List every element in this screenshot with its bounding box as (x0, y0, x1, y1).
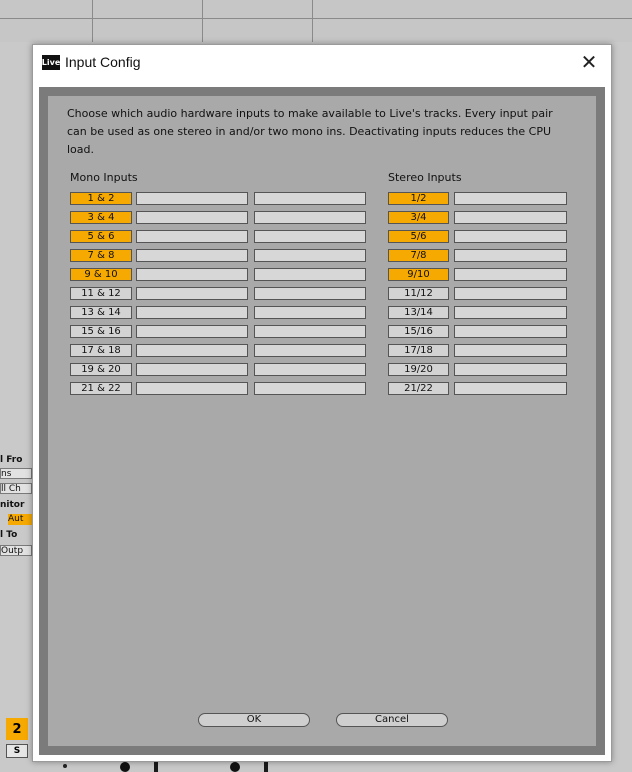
stereo-input-slot[interactable] (454, 325, 567, 338)
dialog-description: Choose which audio hardware inputs to ma… (67, 107, 553, 156)
input-from-label: l Fro (0, 455, 23, 465)
mono-input-slot[interactable] (136, 344, 248, 357)
dialog-title: Input Config (65, 54, 141, 70)
mono-input-slot[interactable] (136, 382, 248, 395)
mono-input-pair-toggle[interactable]: 11 & 12 (70, 287, 132, 300)
solo-button[interactable]: S (6, 744, 28, 758)
stereo-input-slot[interactable] (454, 211, 567, 224)
stereo-inputs-title: Stereo Inputs (388, 171, 462, 184)
mono-input-slot[interactable] (254, 192, 366, 205)
mono-input-pair-toggle[interactable]: 7 & 8 (70, 249, 132, 262)
background-mixer-strip (0, 42, 32, 772)
mono-input-slot[interactable] (254, 363, 366, 376)
mono-input-slot[interactable] (136, 306, 248, 319)
dialog-titlebar[interactable]: Live Input Config ✕ (33, 45, 611, 81)
mono-input-slot[interactable] (136, 363, 248, 376)
output-to-label: l To (0, 530, 18, 540)
mono-input-slot[interactable] (254, 344, 366, 357)
mono-input-slot[interactable] (136, 211, 248, 224)
pan-knob[interactable] (230, 762, 240, 772)
monitor-label: nitor (0, 500, 25, 510)
mono-input-pair-toggle[interactable]: 3 & 4 (70, 211, 132, 224)
ok-button[interactable]: OK (198, 713, 310, 727)
pan-knob[interactable] (120, 762, 130, 772)
mono-input-slot[interactable] (254, 306, 366, 319)
stereo-input-slot[interactable] (454, 230, 567, 243)
stereo-input-toggle[interactable]: 9/10 (388, 268, 449, 281)
mono-input-slot[interactable] (136, 230, 248, 243)
mono-inputs-title: Mono Inputs (70, 171, 138, 184)
mono-input-slot[interactable] (254, 325, 366, 338)
background-dot (63, 764, 67, 768)
mono-input-slot[interactable] (136, 287, 248, 300)
stereo-input-slot[interactable] (454, 249, 567, 262)
track-number-button[interactable]: 2 (6, 718, 28, 740)
stereo-input-slot[interactable] (454, 268, 567, 281)
stereo-input-slot[interactable] (454, 306, 567, 319)
mono-input-slot[interactable] (136, 192, 248, 205)
mono-input-slot[interactable] (254, 268, 366, 281)
stereo-input-slot[interactable] (454, 287, 567, 300)
mono-input-pair-toggle[interactable]: 15 & 16 (70, 325, 132, 338)
output-chooser[interactable]: Outp (0, 545, 32, 556)
mono-input-pair-toggle[interactable]: 19 & 20 (70, 363, 132, 376)
input-config-dialog: Live Input Config ✕ Choose which audio h… (32, 44, 612, 762)
stereo-input-toggle[interactable]: 13/14 (388, 306, 449, 319)
stereo-input-slot[interactable] (454, 344, 567, 357)
stereo-input-slot[interactable] (454, 192, 567, 205)
stereo-input-toggle[interactable]: 21/22 (388, 382, 449, 395)
background-track-area (0, 0, 632, 42)
stereo-input-slot[interactable] (454, 363, 567, 376)
stereo-input-toggle[interactable]: 19/20 (388, 363, 449, 376)
mono-input-pair-toggle[interactable]: 1 & 2 (70, 192, 132, 205)
live-logo-icon: Live (42, 55, 60, 70)
mono-input-pair-toggle[interactable]: 9 & 10 (70, 268, 132, 281)
dialog-content-frame: Choose which audio hardware inputs to ma… (39, 87, 605, 755)
stereo-input-toggle[interactable]: 3/4 (388, 211, 449, 224)
stereo-input-slot[interactable] (454, 382, 567, 395)
background-divider (92, 0, 93, 42)
background-divider (312, 0, 313, 42)
monitor-auto-button[interactable]: Aut (8, 514, 32, 525)
mono-input-slot[interactable] (254, 230, 366, 243)
mono-input-slot[interactable] (254, 287, 366, 300)
background-divider (202, 0, 203, 42)
stereo-input-toggle[interactable]: 1/2 (388, 192, 449, 205)
stereo-input-toggle[interactable]: 5/6 (388, 230, 449, 243)
stereo-input-toggle[interactable]: 17/18 (388, 344, 449, 357)
background-divider (0, 18, 632, 19)
mono-input-slot[interactable] (136, 268, 248, 281)
stereo-input-toggle[interactable]: 7/8 (388, 249, 449, 262)
mono-input-pair-toggle[interactable]: 13 & 14 (70, 306, 132, 319)
mono-input-slot[interactable] (254, 249, 366, 262)
mono-input-slot[interactable] (254, 382, 366, 395)
mono-input-pair-toggle[interactable]: 17 & 18 (70, 344, 132, 357)
input-channel-chooser[interactable]: ll Ch (0, 483, 32, 494)
mono-input-slot[interactable] (136, 325, 248, 338)
input-config-panel: Choose which audio hardware inputs to ma… (48, 96, 596, 746)
cancel-button[interactable]: Cancel (336, 713, 448, 727)
mono-input-pair-toggle[interactable]: 21 & 22 (70, 382, 132, 395)
mono-input-pair-toggle[interactable]: 5 & 6 (70, 230, 132, 243)
close-icon[interactable]: ✕ (577, 50, 601, 74)
stereo-input-toggle[interactable]: 11/12 (388, 287, 449, 300)
input-type-chooser[interactable]: ns (0, 468, 32, 479)
mono-input-slot[interactable] (136, 249, 248, 262)
mono-input-slot[interactable] (254, 211, 366, 224)
stereo-input-toggle[interactable]: 15/16 (388, 325, 449, 338)
